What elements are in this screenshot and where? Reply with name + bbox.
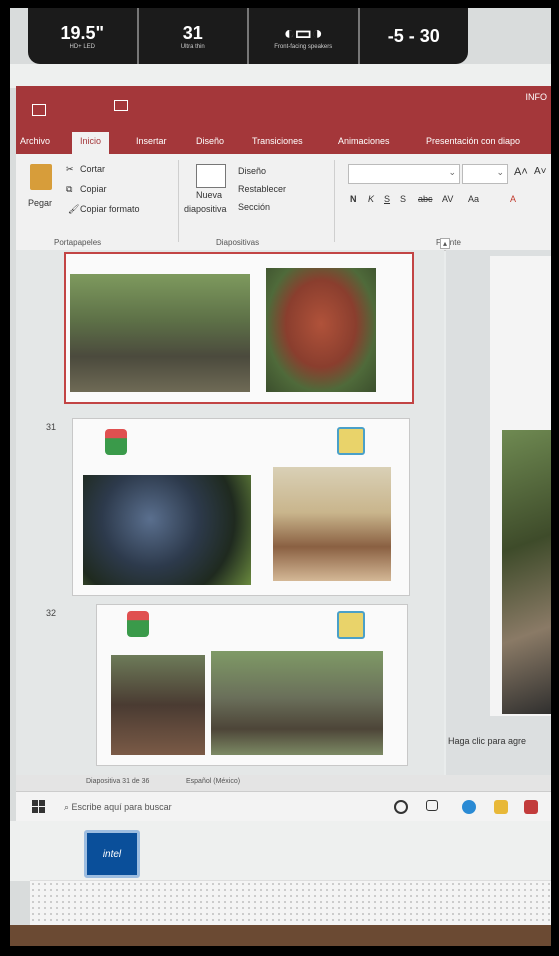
powerpoint-icon[interactable]	[524, 800, 538, 814]
new-slide-icon[interactable]	[196, 164, 226, 188]
intel-badge: intel	[84, 830, 140, 878]
tab-animaciones[interactable]: Animaciones	[338, 136, 390, 146]
italic-button[interactable]: K	[368, 194, 374, 204]
shadow-button[interactable]: S	[400, 194, 406, 204]
char-spacing-icon[interactable]: AV	[442, 194, 453, 204]
slides-group-label: Diapositivas	[216, 238, 260, 247]
ribbon-divider	[334, 160, 335, 242]
taskbar-search-input[interactable]: ⌕ Escribe aquí para buscar	[60, 798, 254, 816]
edge-icon[interactable]	[462, 800, 476, 814]
screen: INFO Archivo Inicio Insertar Diseño Tran…	[16, 86, 551, 821]
strikethrough-icon[interactable]: abc	[418, 194, 433, 204]
slide-editor-area	[446, 250, 551, 775]
spec-screen-size: 19.5" HD+ LED	[28, 8, 139, 64]
spec-label: Front-facing speakers	[274, 43, 333, 50]
copy-button[interactable]: Copiar	[80, 184, 107, 194]
slide-number: 32	[46, 608, 57, 618]
spec-speakers: ◐▭◑ Front-facing speakers	[249, 8, 360, 64]
format-painter-icon[interactable]: 🖌	[68, 204, 79, 215]
slide-thumbnail[interactable]	[64, 252, 414, 404]
format-painter-button[interactable]: Copiar formato	[80, 204, 140, 214]
slide-thumbnail[interactable]	[72, 418, 410, 596]
spec-value: -5 - 30	[387, 25, 440, 46]
ribbon-divider	[178, 160, 179, 242]
ribbon: Pegar ✂ Cortar ⧉ Copiar 🖌 Copiar formato…	[16, 154, 551, 251]
tab-transiciones[interactable]: Transiciones	[252, 136, 303, 146]
underline-button[interactable]: S	[384, 194, 390, 204]
grow-font-icon[interactable]: A˄	[514, 166, 528, 178]
spec-label: Ultra thin	[180, 43, 205, 50]
window-title: INFO	[525, 92, 548, 102]
spec-value: 31	[182, 22, 203, 43]
slide-photo	[273, 467, 391, 581]
task-view-icon[interactable]	[426, 800, 438, 811]
search-icon: ⌕	[64, 802, 72, 812]
paste-button[interactable]: Pegar	[28, 198, 52, 208]
ribbon-tabs: Archivo Inicio Insertar Diseño Transicio…	[16, 130, 551, 154]
save-icon[interactable]	[32, 104, 46, 116]
monitor-top-bezel	[10, 64, 551, 88]
copy-icon[interactable]: ⧉	[66, 184, 72, 195]
institution-logo	[337, 611, 365, 639]
title-bar: INFO	[16, 86, 551, 130]
chevron-down-icon: ⌄	[448, 167, 456, 177]
slide-photo	[266, 268, 376, 392]
slide-thumbnail-panel: 31 32	[16, 250, 444, 775]
section-button[interactable]: Sección	[238, 202, 270, 212]
tab-insertar[interactable]: Insertar	[136, 136, 167, 146]
institution-logo	[337, 427, 365, 455]
present-icon[interactable]	[114, 100, 128, 111]
tab-presentacion[interactable]: Presentación con diapo	[426, 136, 520, 146]
reset-button[interactable]: Restablecer	[238, 184, 286, 194]
font-name-dropdown[interactable]: ⌄	[348, 164, 460, 184]
speaker-grille	[30, 880, 551, 926]
spec-value: 19.5"	[60, 22, 105, 43]
tab-diseno[interactable]: Diseño	[196, 136, 224, 146]
chevron-down-icon: ⌄	[496, 167, 504, 177]
paste-icon[interactable]	[30, 164, 52, 190]
new-slide-button-line2[interactable]: diapositiva	[184, 204, 227, 214]
cortana-icon[interactable]	[394, 800, 408, 814]
device-frame: 19.5" HD+ LED 31 Ultra thin ◐▭◑ Front-fa…	[10, 8, 551, 946]
slide-photo	[83, 475, 251, 585]
layout-button[interactable]: Diseño	[238, 166, 266, 176]
bold-button[interactable]: N	[350, 194, 357, 204]
clipboard-group-label: Portapapeles	[54, 238, 102, 247]
spec-tilt: -5 - 30	[360, 8, 469, 64]
cut-button[interactable]: Cortar	[80, 164, 105, 174]
file-explorer-icon[interactable]	[494, 800, 508, 814]
language-indicator[interactable]: Español (México)	[186, 778, 240, 785]
slide-photo	[211, 651, 383, 755]
speaker-icon: ◐▭◑	[283, 22, 323, 43]
search-placeholder: Escribe aquí para buscar	[71, 802, 172, 812]
font-color-icon[interactable]: A	[510, 194, 516, 204]
spec-label: HD+ LED	[69, 43, 95, 50]
new-slide-button[interactable]: Nueva	[196, 190, 222, 200]
slide-thumbnail[interactable]	[96, 604, 408, 766]
font-size-dropdown[interactable]: ⌄	[462, 164, 508, 184]
status-bar: Diapositiva 31 de 36 Español (México)	[16, 775, 551, 791]
scissors-icon[interactable]: ✂	[66, 164, 74, 175]
desk-surface	[10, 925, 551, 946]
municipality-logo	[105, 429, 127, 455]
slide-number: 31	[46, 422, 57, 432]
slide-photo	[70, 274, 250, 392]
municipality-logo	[127, 611, 149, 637]
tab-archivo[interactable]: Archivo	[20, 136, 50, 146]
monitor-spec-sticker: 19.5" HD+ LED 31 Ultra thin ◐▭◑ Front-fa…	[28, 8, 468, 64]
windows-taskbar: ⌕ Escribe aquí para buscar	[16, 791, 551, 821]
change-case-icon[interactable]: Aa	[468, 194, 479, 204]
notes-pane[interactable]: Haga clic para agre	[448, 736, 526, 746]
shrink-font-icon[interactable]: A˅	[534, 166, 547, 177]
slide-photo	[111, 655, 205, 755]
tab-inicio[interactable]: Inicio	[72, 132, 110, 154]
slide-counter: Diapositiva 31 de 36	[86, 778, 150, 785]
windows-start-icon[interactable]	[32, 800, 46, 814]
slide-photo	[502, 430, 551, 714]
spec-thickness: 31 Ultra thin	[139, 8, 249, 64]
scroll-up-icon[interactable]: ▴	[440, 238, 451, 249]
